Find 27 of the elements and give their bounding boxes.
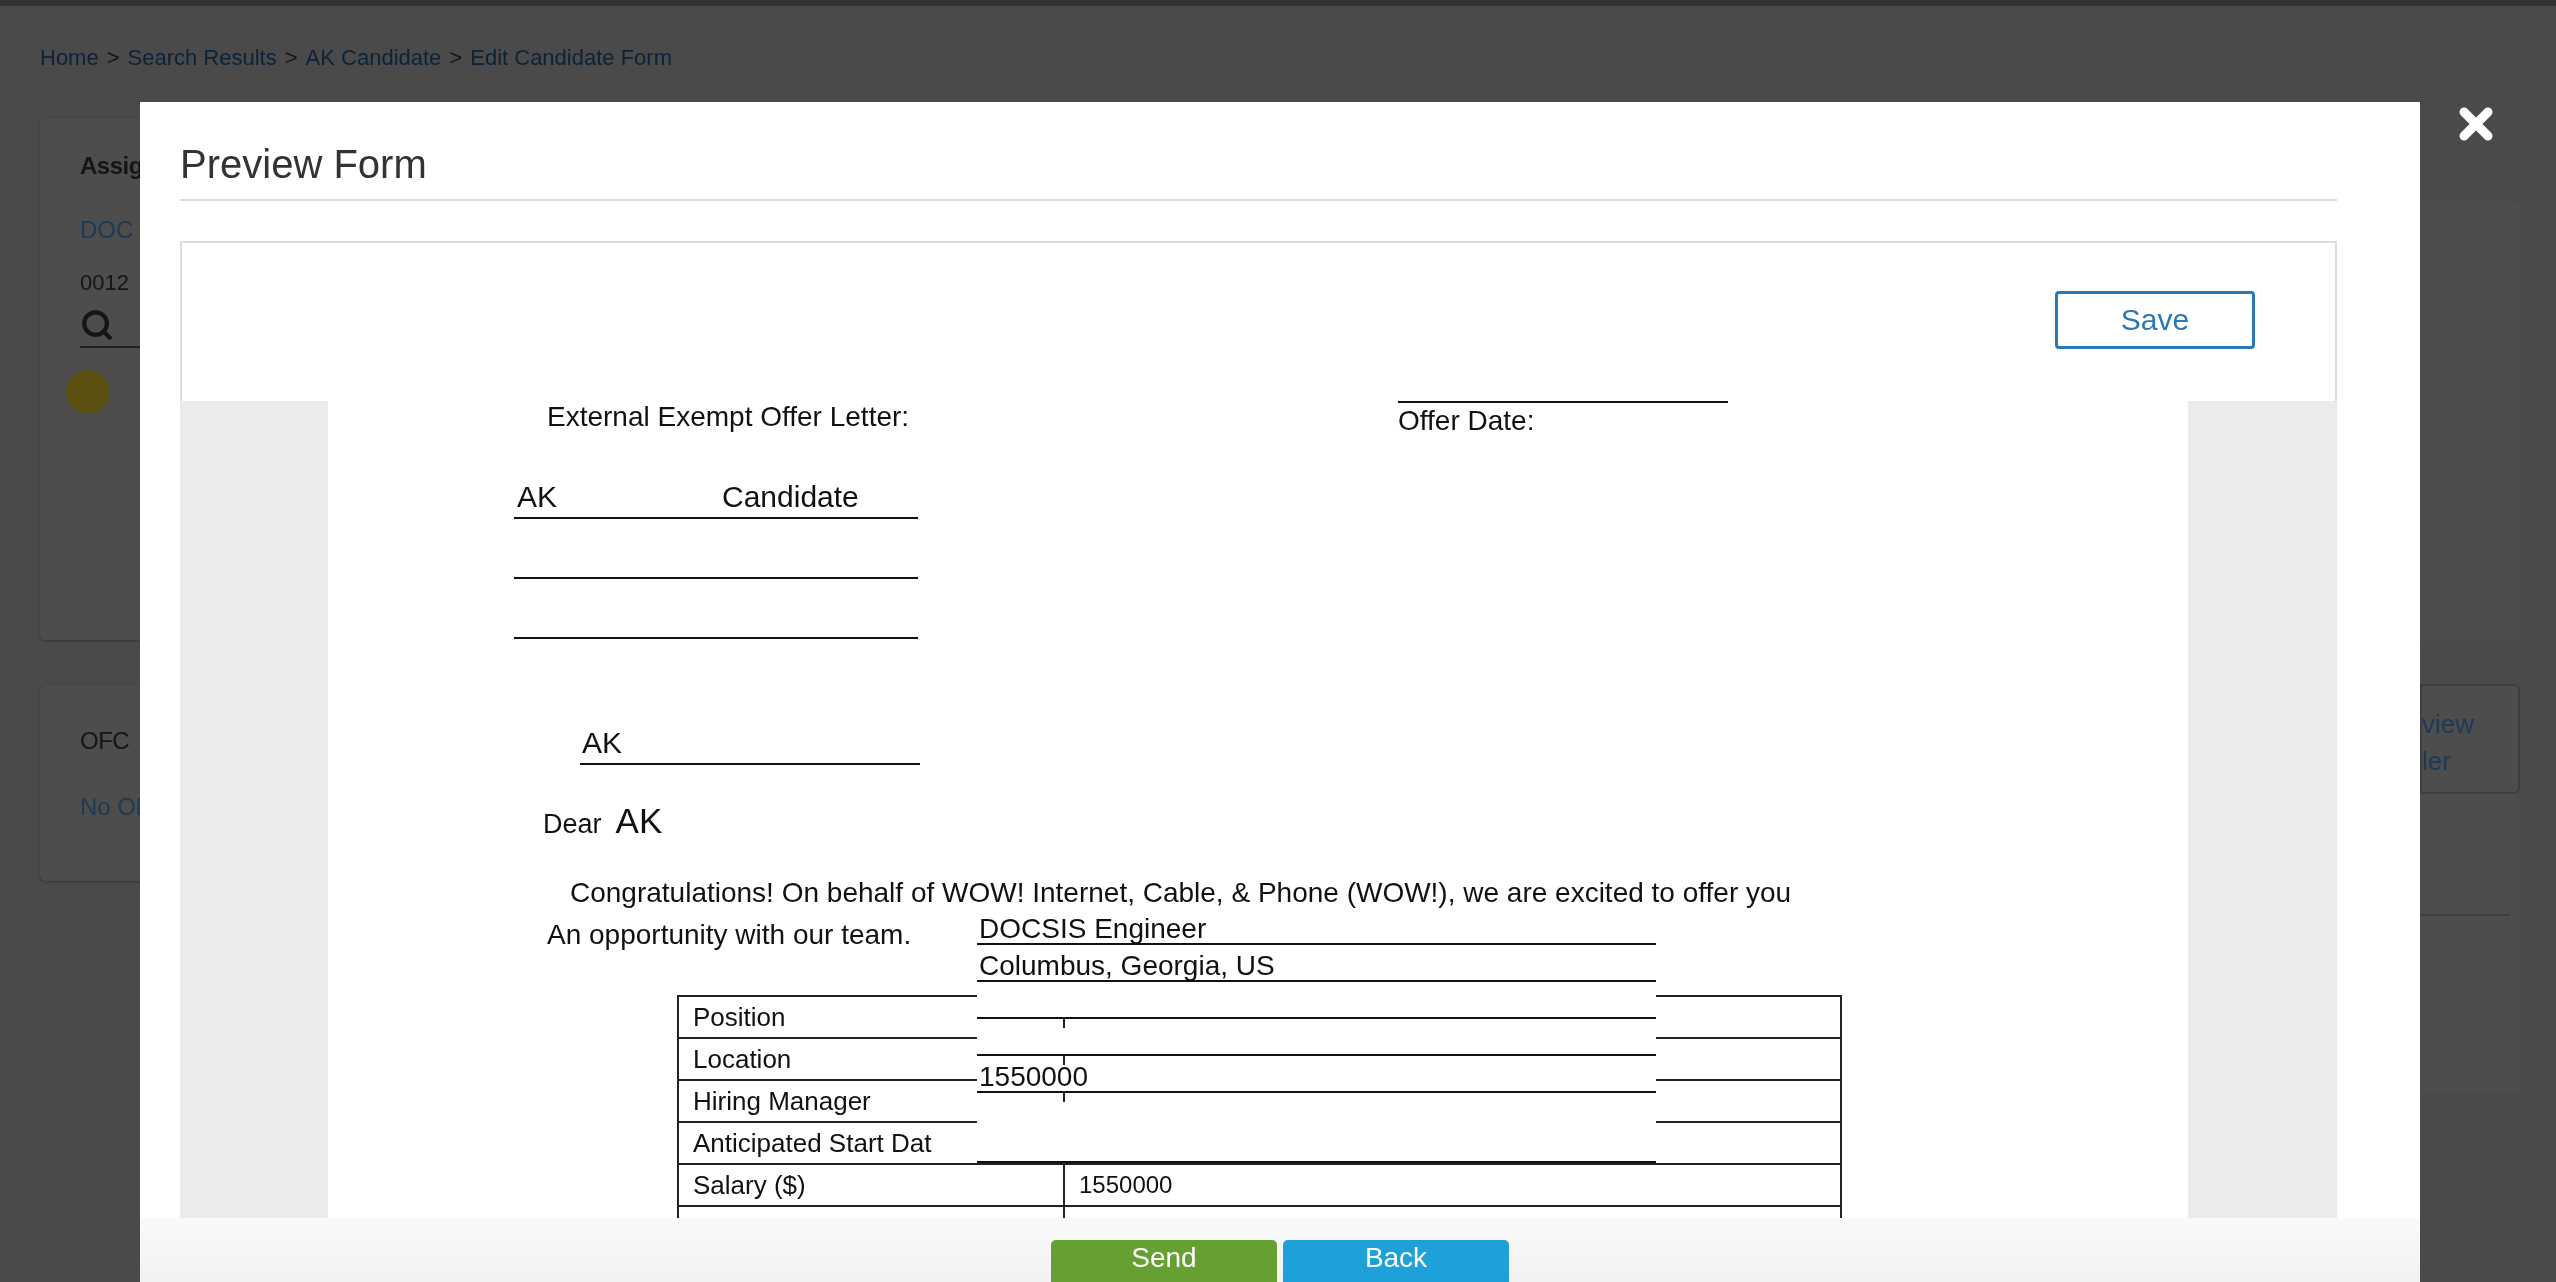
card-title: OFC bbox=[80, 727, 131, 755]
breadcrumb-separator: > bbox=[106, 45, 120, 71]
table-cell: 1550000 bbox=[1065, 1165, 1842, 1207]
breadcrumb-separator: > bbox=[449, 45, 463, 71]
breadcrumb-link[interactable]: Search Results bbox=[127, 45, 277, 71]
letter-text: Congratulations! On behalf of WOW! Internet, Cable, & Phone (WOW!), we are excited to offer you bbox=[570, 877, 1792, 909]
breadcrumb-link[interactable]: AK Candidate bbox=[305, 45, 442, 71]
address-name: AK bbox=[581, 726, 623, 760]
letter-heading: External Exempt Offer Letter: bbox=[547, 401, 911, 434]
offer-date-label: Offer Date: bbox=[1398, 405, 1535, 436]
status-dot bbox=[66, 370, 110, 414]
breadcrumb-separator: > bbox=[284, 45, 298, 71]
card-value: 0012 bbox=[80, 270, 130, 296]
salutation: Dear bbox=[543, 809, 602, 840]
letter-text: An opportunity with our team. bbox=[547, 919, 912, 951]
back-button[interactable]: Back bbox=[1283, 1240, 1509, 1282]
table-cell: Anticipated Start Dat bbox=[679, 1123, 1065, 1165]
table-cell: Position bbox=[679, 997, 1065, 1039]
dialog-title: Preview Form bbox=[180, 142, 2337, 201]
breadcrumb-link[interactable]: Home bbox=[40, 45, 99, 71]
last-name: Candidate bbox=[721, 480, 860, 514]
table-cell: Salary ($) bbox=[679, 1165, 1065, 1207]
salutation-name: AK bbox=[615, 801, 663, 841]
first-name: AK bbox=[516, 480, 559, 514]
send-button[interactable]: Send bbox=[1051, 1240, 1277, 1282]
save-button[interactable]: Save bbox=[2055, 291, 2255, 349]
breadcrumb-link[interactable]: Edit Candidate Form bbox=[470, 45, 672, 71]
